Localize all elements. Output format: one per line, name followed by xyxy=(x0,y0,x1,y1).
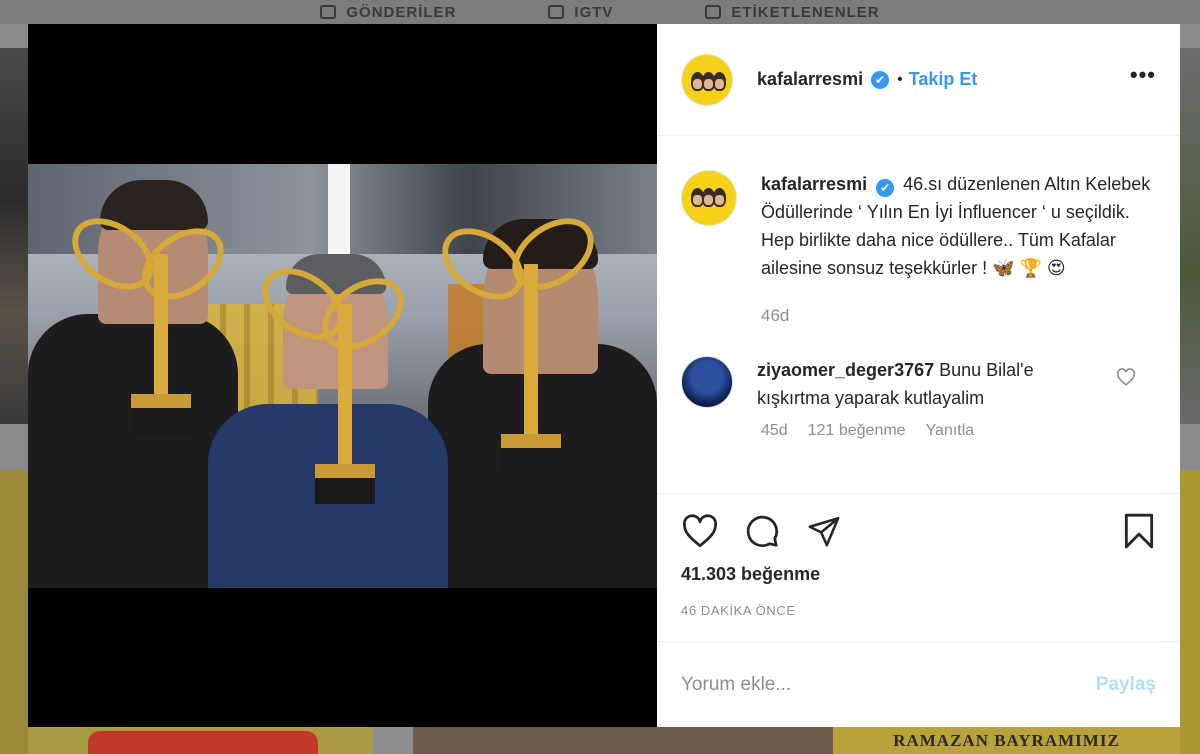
add-comment-form: Paylaş xyxy=(657,641,1180,727)
bookmark-icon[interactable] xyxy=(1122,512,1156,550)
background-post-thumbnail[interactable] xyxy=(0,48,28,424)
post-side-panel: kafalarresmi ✔ • Takip Et ••• kafalarres… xyxy=(657,24,1180,727)
comments-section[interactable]: kafalarresmi ✔ 46.sı düzenlenen Altın Ke… xyxy=(657,136,1180,493)
comment-meta: 45d 121 beğenme Yanıtla xyxy=(761,422,1156,440)
background-post-thumbnail[interactable] xyxy=(1180,48,1200,424)
tab-posts[interactable]: GÖNDERİLER xyxy=(320,4,456,21)
background-post-thumbnail[interactable] xyxy=(28,727,373,754)
avatar[interactable] xyxy=(681,53,733,106)
post-header: kafalarresmi ✔ • Takip Et ••• xyxy=(657,24,1180,136)
verified-badge-icon: ✔ xyxy=(876,179,895,197)
follow-button[interactable]: Takip Et xyxy=(909,69,978,90)
reply-button[interactable]: Yanıtla xyxy=(926,422,975,440)
share-icon[interactable] xyxy=(805,514,843,548)
heart-icon[interactable] xyxy=(681,514,719,548)
background-post-thumbnail[interactable]: RAMAZAN BAYRAMIMIZ xyxy=(833,727,1180,754)
tab-tagged[interactable]: ETİKETLENENLER xyxy=(705,4,879,21)
grid-icon xyxy=(320,5,337,19)
comment-likes[interactable]: 121 beğenme xyxy=(808,422,906,440)
background-post-thumbnail[interactable] xyxy=(1180,470,1200,754)
post-modal: kafalarresmi ✔ • Takip Et ••• kafalarres… xyxy=(28,24,1180,727)
background-post-thumbnail[interactable] xyxy=(413,727,833,754)
banner-text: RAMAZAN BAYRAMIMIZ xyxy=(893,731,1120,750)
more-options-icon[interactable]: ••• xyxy=(1130,62,1156,98)
comment-text: ziyaomer_deger3767 Bunu Bilal'e kışkırtm… xyxy=(757,356,1087,412)
tab-posts-label: GÖNDERİLER xyxy=(346,3,457,21)
background-divider xyxy=(373,727,413,754)
post-timestamp[interactable]: 46 DAKİKA ÖNCE xyxy=(681,603,1156,618)
tab-igtv[interactable]: IGTV xyxy=(548,4,613,21)
separator-dot: • xyxy=(897,70,903,88)
post-media[interactable] xyxy=(28,24,657,727)
profile-tabs: GÖNDERİLER IGTV ETİKETLENENLER xyxy=(0,0,1200,24)
post-photo xyxy=(28,164,657,588)
avatar[interactable] xyxy=(681,170,737,226)
header-username[interactable]: kafalarresmi xyxy=(757,69,863,90)
tab-tagged-label: ETİKETLENENLER xyxy=(731,3,880,21)
post-actions: 41.303 beğenme 46 DAKİKA ÖNCE xyxy=(657,493,1180,639)
caption-time[interactable]: 46d xyxy=(761,306,1156,326)
tab-igtv-label: IGTV xyxy=(574,3,614,21)
like-comment-heart-icon[interactable] xyxy=(1116,368,1136,386)
caption: kafalarresmi ✔ 46.sı düzenlenen Altın Ke… xyxy=(681,170,1156,282)
background-post-thumbnail[interactable] xyxy=(0,470,28,754)
post-comment-button[interactable]: Paylaş xyxy=(1096,674,1156,696)
comment-time[interactable]: 45d xyxy=(761,422,788,440)
tagged-icon xyxy=(705,5,722,19)
caption-text: kafalarresmi ✔ 46.sı düzenlenen Altın Ke… xyxy=(761,170,1156,282)
avatar[interactable] xyxy=(681,356,733,408)
comment-input[interactable] xyxy=(681,673,1096,696)
verified-badge-icon: ✔ xyxy=(871,70,890,89)
comment-username[interactable]: ziyaomer_deger3767 xyxy=(757,360,934,380)
comment-icon[interactable] xyxy=(743,513,781,549)
igtv-icon xyxy=(548,5,565,19)
caption-username[interactable]: kafalarresmi xyxy=(761,174,867,194)
likes-count[interactable]: 41.303 beğenme xyxy=(681,564,1156,585)
comment-item: ziyaomer_deger3767 Bunu Bilal'e kışkırtm… xyxy=(681,356,1156,412)
